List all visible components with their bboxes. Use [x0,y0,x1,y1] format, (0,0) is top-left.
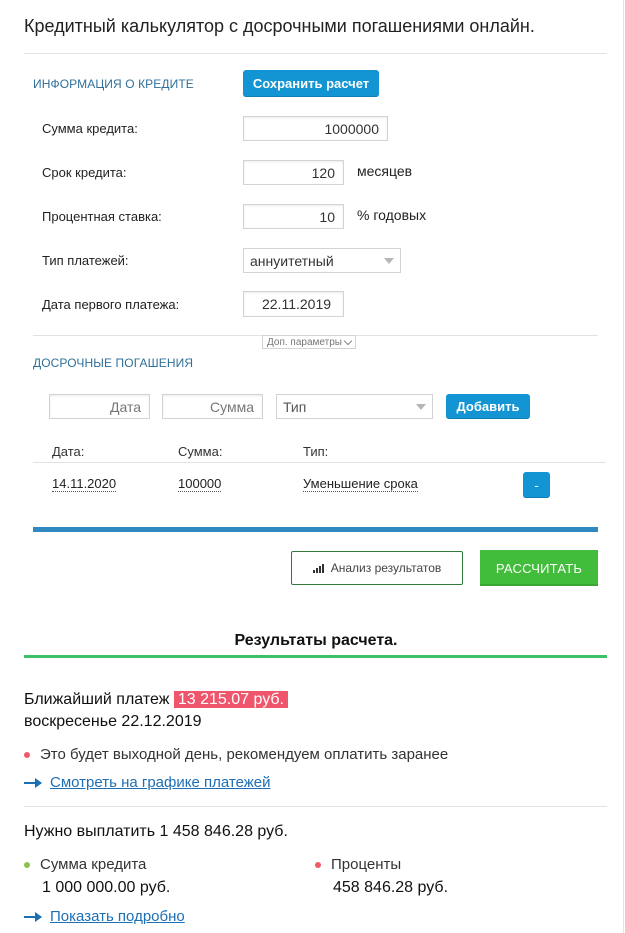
analysis-results-button[interactable]: Анализ результатов [291,551,463,585]
analysis-results-label: Анализ результатов [330,561,442,575]
prepay-row-date[interactable]: 14.11.2020 [52,476,117,492]
next-payment-amount: 13 215.07 руб. [173,691,288,708]
principal-label-row: Сумма кредита [24,856,146,873]
details-link[interactable]: Показать подробно [50,908,185,925]
next-payment-date: воскресенье 22.12.2019 [24,713,202,730]
weekend-note: Это будет выходной день, рекомендуем опл… [24,746,448,763]
principal-value: 1 000 000.00 руб. [42,879,171,896]
remove-prepayment-button[interactable]: - [523,472,550,498]
total-payable: Нужно выплатить 1 458 846.28 руб. [24,823,288,840]
next-payment-line: Ближайший платеж 13 215.07 руб. [24,691,288,709]
loan-amount-input[interactable] [243,116,388,141]
next-payment-label: Ближайший платеж [24,691,170,708]
section-bar-blue [33,527,598,532]
loan-term-label: Срок кредита: [42,165,127,180]
column-header-date: Дата: [52,444,85,459]
loan-term-unit: месяцев [357,163,413,179]
prepay-row-sum[interactable]: 100000 [178,476,222,492]
page-title: Кредитный калькулятор с досрочными погаш… [24,16,535,36]
interest-rate-label: Процентная ставка: [42,209,162,224]
chevron-down-icon [384,257,394,264]
first-payment-date-input[interactable] [243,291,344,317]
column-header-sum: Сумма: [178,444,223,459]
column-header-type: Тип: [303,444,329,459]
loan-info-section-title: ИНФОРМАЦИЯ О КРЕДИТЕ [33,77,194,91]
payment-type-select[interactable]: аннуитетный [243,248,401,273]
extra-params-toggle[interactable]: Доп. параметры [262,335,356,349]
prepay-section-title: ДОСРОЧНЫЕ ПОГАШЕНИЯ [33,356,194,370]
details-link-row[interactable]: Показать подробно [24,908,185,925]
loan-term-input[interactable] [243,160,344,185]
schedule-link-row[interactable]: Смотреть на графике платежей [24,774,271,791]
results-divider [24,806,607,807]
interest-label-row: Проценты [315,856,401,873]
red-dot-icon [24,751,30,758]
signal-bars-icon [312,563,324,573]
save-calculation-button[interactable]: Сохранить расчет [243,70,379,97]
principal-label: Сумма кредита [40,856,147,873]
first-payment-date-label: Дата первого платежа: [42,297,180,312]
loan-amount-label: Сумма кредита: [42,121,138,136]
extra-params-label: Доп. параметры [267,336,342,348]
schedule-link[interactable]: Смотреть на графике платежей [50,774,271,791]
prepay-date-input[interactable] [49,394,150,419]
calculator-panel: Кредитный калькулятор с досрочными погаш… [0,0,624,933]
prepay-type-select[interactable]: Тип [276,394,433,419]
results-bar-green [24,655,607,658]
results-title: Результаты расчета. [234,632,398,649]
interest-rate-input[interactable] [243,204,344,229]
interest-label: Проценты [331,856,402,873]
interest-rate-unit: % годовых [357,207,427,223]
prepay-sum-input[interactable] [162,394,263,419]
red-dot-icon [315,861,321,868]
title-divider [24,53,607,54]
calculate-button[interactable]: РАССЧИТАТЬ [480,550,598,586]
green-dot-icon [24,861,30,868]
arrow-right-icon [24,911,42,922]
interest-value: 458 846.28 руб. [333,879,449,896]
add-prepayment-button[interactable]: Добавить [446,394,530,419]
chevron-down-icon [343,336,353,345]
prepay-row-type[interactable]: Уменьшение срока [303,476,418,492]
payment-type-label: Тип платежей: [42,253,129,268]
table-header-divider [33,462,606,463]
arrow-right-icon [24,777,42,788]
weekend-note-text: Это будет выходной день, рекомендуем опл… [40,746,449,763]
chevron-down-icon [416,403,426,410]
payment-type-value: аннуитетный [250,252,334,269]
prepay-type-placeholder: Тип [283,398,307,415]
